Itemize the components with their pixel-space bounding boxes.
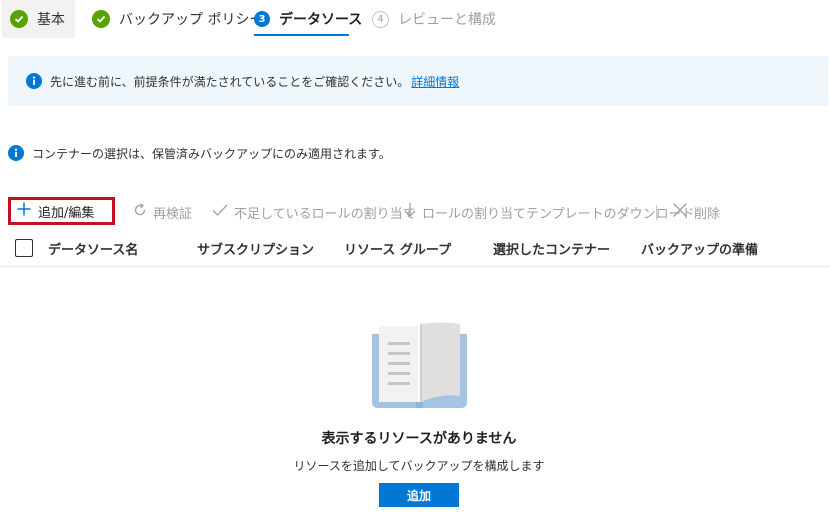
step-review-configure: 4 レビューと構成 xyxy=(372,0,496,38)
empty-state-title: 表示するリソースがありません xyxy=(321,431,517,447)
download-template-button[interactable]: ロールの割り当てテンプレートのダウンロード xyxy=(404,200,695,224)
empty-state-subtitle: リソースを追加してバックアップを構成します xyxy=(293,459,545,473)
assign-missing-roles-label: 不足しているロールの割り当て xyxy=(234,206,416,222)
step-label: バックアップ ポリシー xyxy=(119,12,264,28)
step-label: 基本 xyxy=(37,12,65,28)
column-header-subscription[interactable]: サブスクリプション xyxy=(197,239,314,258)
check-circle-icon xyxy=(10,10,28,28)
add-edit-button[interactable]: 追加/編集 xyxy=(8,197,115,225)
column-header-backup-readiness[interactable]: バックアップの準備 xyxy=(641,239,758,258)
info-banner: 先に進む前に、前提条件が満たされていることをご確認ください。 詳細情報 xyxy=(8,56,828,106)
info-icon xyxy=(8,145,24,161)
step-backup-policy[interactable]: バックアップ ポリシー xyxy=(92,0,263,38)
note-text: コンテナーの選択は、保管済みバックアップにのみ適用されます。 xyxy=(32,146,391,161)
step-basics[interactable]: 基本 xyxy=(2,0,75,38)
table-header: データソース名 サブスクリプション リソース グループ 選択したコンテナー バッ… xyxy=(0,236,830,267)
banner-text: 先に進む前に、前提条件が満たされていることをご確認ください。 詳細情報 xyxy=(50,74,460,89)
delete-button[interactable]: 削除 xyxy=(672,200,720,224)
step-label: データソース xyxy=(279,12,363,28)
column-header-selected-container[interactable]: 選択したコンテナー xyxy=(493,239,610,258)
step-label: レビューと構成 xyxy=(398,12,496,28)
add-edit-label: 追加/編集 xyxy=(38,205,95,221)
checkmark-icon xyxy=(212,203,228,221)
close-x-icon xyxy=(672,202,688,222)
step-number-badge: 4 xyxy=(372,10,389,28)
step-datasources[interactable]: 3 データソース xyxy=(254,0,362,38)
assign-missing-roles-button[interactable]: 不足しているロールの割り当て xyxy=(212,200,416,224)
select-all-checkbox[interactable] xyxy=(15,239,33,257)
toolbar: 追加/編集 再検証 不足しているロールの割り当て ロールの割り当てテンプレートの… xyxy=(0,197,830,228)
learn-more-link[interactable]: 詳細情報 xyxy=(411,75,459,89)
container-note: コンテナーの選択は、保管済みバックアップにのみ適用されます。 xyxy=(8,144,391,162)
revalidate-label: 再検証 xyxy=(153,206,193,222)
column-header-resource-group[interactable]: リソース グループ xyxy=(344,239,451,258)
refresh-icon xyxy=(133,203,147,221)
add-button[interactable]: 追加 xyxy=(379,483,459,507)
active-step-underline xyxy=(254,34,349,36)
download-template-label: ロールの割り当てテンプレートのダウンロード xyxy=(422,206,695,222)
download-arrow-icon xyxy=(404,202,416,222)
check-circle-icon xyxy=(92,10,110,28)
plus-icon xyxy=(17,202,31,220)
step-number-badge: 3 xyxy=(254,11,270,27)
toolbar-divider xyxy=(656,205,657,220)
delete-label: 削除 xyxy=(694,206,721,222)
info-icon xyxy=(26,73,42,89)
revalidate-button[interactable]: 再検証 xyxy=(133,200,192,224)
open-book-icon xyxy=(372,322,467,408)
column-header-datasource-name[interactable]: データソース名 xyxy=(48,239,138,258)
